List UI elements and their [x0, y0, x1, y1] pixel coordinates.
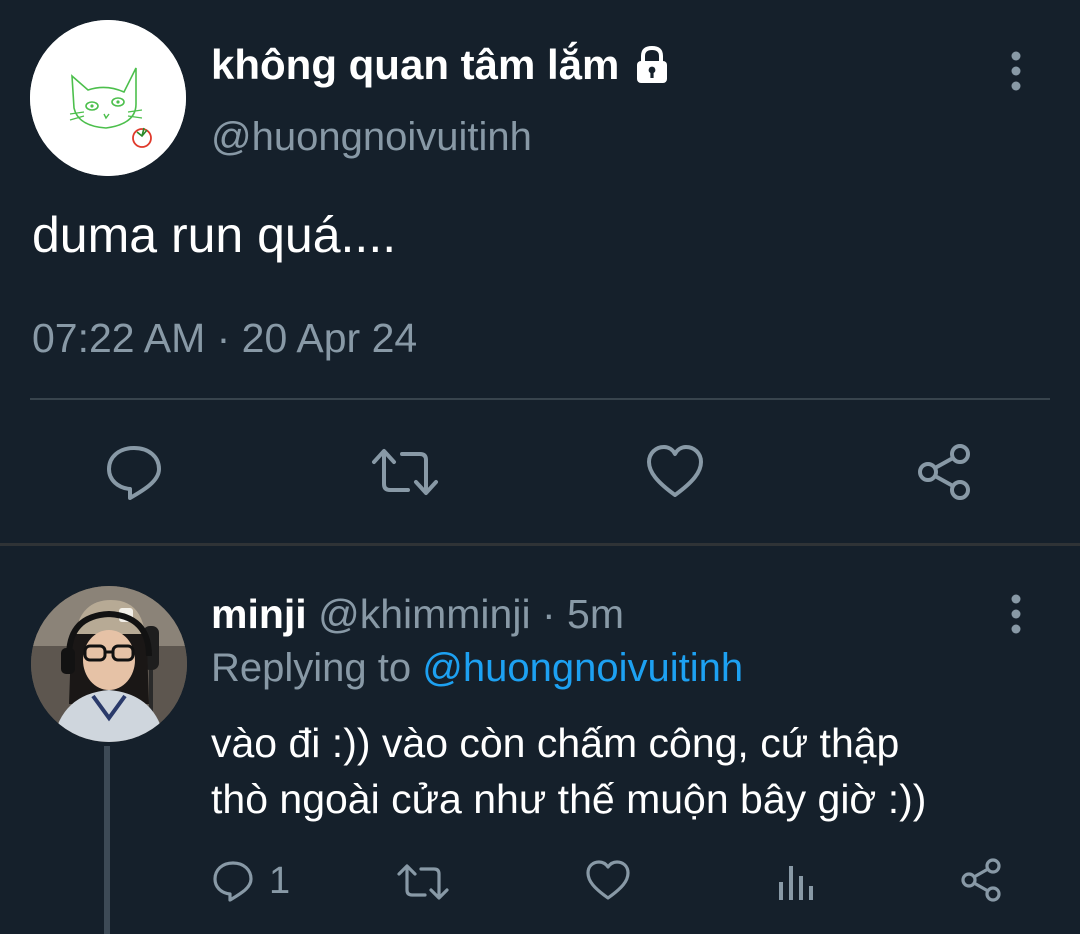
reply-text-line-1: vào đi :)) vào còn chấm công, cứ thập [211, 720, 900, 766]
like-icon [586, 860, 630, 900]
section-divider [0, 543, 1080, 546]
tweet-timestamp[interactable]: 07:22 AM · 20 Apr 24 [32, 310, 417, 366]
like-button[interactable] [645, 442, 705, 502]
author-name[interactable]: không quan tâm lắm [211, 40, 675, 90]
replying-to: Replying to @huongnoivuitinh [211, 642, 743, 694]
divider [30, 398, 1050, 400]
separator-dot: · [541, 591, 556, 637]
retweet-icon [372, 449, 438, 495]
share-icon [918, 444, 970, 500]
reply-stats-button[interactable] [776, 860, 816, 904]
reply-retweet-button[interactable] [396, 860, 450, 904]
reply-share-button[interactable] [958, 856, 1006, 904]
reply-count: 1 [269, 860, 291, 902]
thread-line [104, 746, 110, 934]
tweet-detail-page: không quan tâm lắm @huongnoivuitinh duma… [0, 0, 1080, 934]
person-photo-avatar-icon [31, 586, 187, 742]
retweet-button[interactable] [370, 442, 440, 502]
author-name-text: không quan tâm lắm [211, 41, 620, 88]
lock-icon [629, 42, 675, 88]
reply-author-name[interactable]: minji [211, 591, 307, 637]
reply-button[interactable] [104, 442, 164, 502]
tweet-text: duma run quá.... [32, 207, 397, 263]
replying-to-link[interactable]: @huongnoivuitinh [422, 646, 743, 690]
stats-icon [779, 866, 813, 900]
reply-text-line-2: thò ngoài cửa như thế muộn bây giờ :)) [211, 776, 927, 822]
reply-header: minji @khimminji · 5m [211, 588, 624, 640]
reply-author-handle[interactable]: @khimminji [318, 591, 530, 637]
retweet-icon [397, 864, 449, 900]
like-icon [647, 445, 703, 497]
more-options-icon[interactable] [1006, 49, 1026, 93]
reply-reply-button[interactable]: 1 [211, 858, 290, 904]
reply-icon [213, 861, 253, 902]
reply-time[interactable]: 5m [567, 591, 624, 637]
reply-author-avatar[interactable] [31, 586, 187, 742]
author-handle[interactable]: @huongnoivuitinh [211, 112, 532, 162]
share-button[interactable] [914, 440, 978, 504]
reply-tweet-text: vào đi :)) vào còn chấm công, cứ thập th… [211, 715, 1041, 827]
share-icon [961, 858, 1001, 902]
reply-more-options-icon[interactable] [1006, 592, 1026, 636]
author-avatar[interactable] [30, 20, 186, 176]
cat-doodle-avatar-icon [30, 20, 186, 176]
replying-prefix: Replying to [211, 646, 412, 690]
reply-like-button[interactable] [585, 858, 631, 902]
reply-icon [107, 446, 161, 500]
